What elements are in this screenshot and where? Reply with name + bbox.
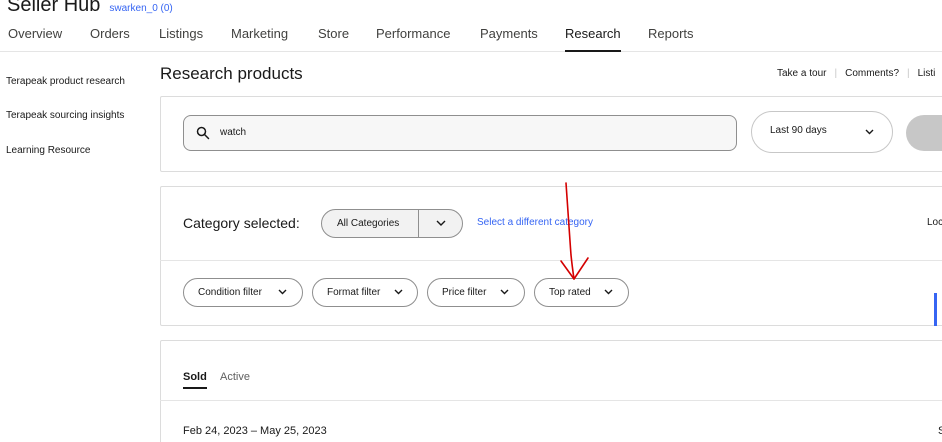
listing-link[interactable]: Listi	[918, 68, 936, 79]
category-select[interactable]: All Categories	[321, 209, 463, 238]
nav-item-payments[interactable]: Payments	[480, 26, 538, 52]
nav-item-store[interactable]: Store	[318, 26, 349, 52]
divider	[160, 400, 942, 401]
sidebar-item-product-research[interactable]: Terapeak product research	[6, 76, 125, 87]
select-divider	[418, 210, 419, 237]
sidebar-item-sourcing-insights[interactable]: Terapeak sourcing insights	[6, 110, 124, 121]
search-icon	[196, 126, 210, 140]
page-links: Take a tour | Comments? | Listi	[777, 68, 935, 79]
nav-item-research[interactable]: Research	[565, 26, 621, 52]
user-link[interactable]: swarken_0 (0)	[109, 3, 172, 14]
category-label: Category selected:	[183, 215, 300, 231]
research-button[interactable]	[906, 115, 942, 151]
select-category-link[interactable]: Select a different category	[477, 217, 593, 228]
condition-filter-button[interactable]: Condition filter	[183, 278, 303, 307]
location-label: Loc	[927, 217, 942, 228]
filter-label: Condition filter	[198, 287, 262, 298]
date-range-value: Last 90 days	[770, 125, 827, 136]
take-tour-link[interactable]: Take a tour	[777, 68, 826, 79]
nav-item-marketing[interactable]: Marketing	[231, 26, 288, 52]
comments-link[interactable]: Comments?	[845, 68, 899, 79]
top-rated-filter-button[interactable]: Top rated	[534, 278, 629, 307]
price-filter-button[interactable]: Price filter	[427, 278, 525, 307]
filter-label: Price filter	[442, 287, 487, 298]
nav-item-overview[interactable]: Overview	[8, 26, 62, 52]
chevron-down-icon[interactable]	[436, 220, 446, 227]
scroll-indicator	[934, 293, 937, 326]
chevron-down-icon	[865, 129, 874, 135]
link-separator: |	[834, 68, 838, 79]
nav-item-performance[interactable]: Performance	[376, 26, 450, 52]
results-edge-text: S	[938, 425, 942, 437]
tab-sold[interactable]: Sold	[183, 371, 207, 389]
app-title: Seller Hub	[7, 0, 101, 16]
chevron-down-icon	[394, 289, 403, 295]
nav-item-orders[interactable]: Orders	[90, 26, 130, 52]
filter-label: Top rated	[549, 287, 591, 298]
header: Seller Hub swarken_0 (0)	[7, 0, 173, 16]
tab-active[interactable]: Active	[220, 371, 250, 383]
format-filter-button[interactable]: Format filter	[312, 278, 418, 307]
chevron-down-icon	[604, 289, 613, 295]
divider	[160, 260, 942, 261]
search-value: watch	[220, 127, 247, 138]
main-nav: Overview Orders Listings Marketing Store…	[0, 16, 942, 52]
nav-item-listings[interactable]: Listings	[159, 26, 203, 52]
results-date-range: Feb 24, 2023 – May 25, 2023	[183, 425, 327, 437]
chevron-down-icon	[278, 289, 287, 295]
nav-item-reports[interactable]: Reports	[648, 26, 694, 52]
category-value: All Categories	[337, 218, 400, 229]
page-title: Research products	[160, 64, 303, 83]
chevron-down-icon	[500, 289, 509, 295]
sidebar-item-learning-resource[interactable]: Learning Resource	[6, 145, 91, 156]
search-input[interactable]: watch	[183, 115, 737, 151]
filter-label: Format filter	[327, 287, 381, 298]
link-separator: |	[907, 68, 910, 79]
date-range-select[interactable]: Last 90 days	[751, 111, 893, 153]
